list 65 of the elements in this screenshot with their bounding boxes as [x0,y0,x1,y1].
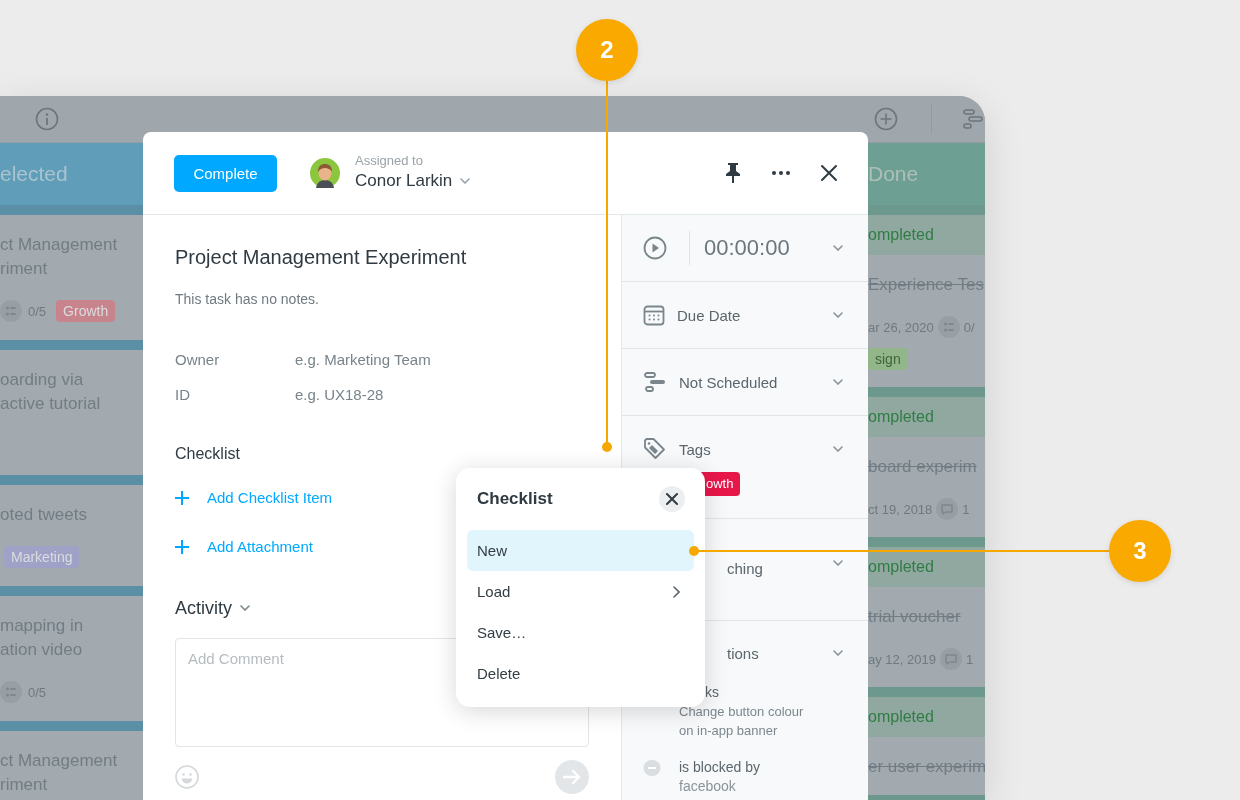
avatar[interactable] [310,158,340,188]
plus-icon [175,540,189,554]
menu-title: Checklist [477,489,553,509]
close-icon[interactable] [819,163,839,183]
status-label: ompleted [868,408,934,426]
tag: Growth [56,300,116,322]
section-heading: Checklist [175,444,241,464]
column-title: Done [868,162,919,186]
checklist-icon [0,681,22,703]
play-icon[interactable] [643,236,667,260]
plus-icon [175,491,189,505]
complete-button[interactable]: Complete [174,154,277,192]
section-heading: Activity [175,597,232,620]
relation-type: is blocked by [679,758,760,777]
relation-heading: ks [705,683,720,702]
section-label: Tags [679,440,711,458]
add-link[interactable]: Add Checklist Item [175,487,333,509]
chevron-down-icon [460,178,471,184]
close-button[interactable] [659,486,685,512]
assignee-label: Assigned to [355,153,424,169]
input-field[interactable]: e.g. Marketing Team [295,350,545,368]
chevron-down-icon[interactable] [240,605,250,611]
field-label: Owner [175,350,221,368]
status-label: ompleted [868,226,934,244]
checklist-icon [937,316,960,338]
callout-badge: 2 [576,19,638,81]
timeline-icon [643,371,667,393]
section-label: Due Date [677,306,741,324]
section-label: tions [727,644,759,662]
status-label: ompleted [868,708,934,726]
tag: sign [868,348,908,370]
calendar-icon [643,304,665,326]
menu-item[interactable]: New [467,530,694,571]
add-link[interactable]: Add Attachment [175,536,313,558]
tag: Marketing [4,546,80,568]
chevron-down-icon[interactable] [833,312,843,318]
section-label: ching [727,560,763,577]
related-task-link[interactable]: Change button colour on in-app banner [679,702,819,740]
menu-item[interactable]: Load [467,571,694,612]
task-notes: This task has no notes. [175,290,320,309]
related-task-link[interactable]: facebook [679,777,760,796]
add-icon[interactable] [874,107,898,131]
status-label: ompleted [868,558,934,576]
pin-icon[interactable] [723,162,743,184]
chevron-down-icon[interactable] [833,650,843,656]
timeline-icon[interactable] [961,107,985,131]
assignee-dropdown[interactable]: Conor Larkin [355,169,471,193]
section-label: Not Scheduled [679,373,778,391]
chevron-down-icon[interactable] [833,379,843,385]
tag-icon [643,437,667,461]
close-icon [666,493,678,505]
task-title: Project Management Experiment [175,245,468,270]
chevron-down-icon[interactable] [833,560,843,566]
field-label: ID [175,385,191,403]
chevron-down-icon[interactable] [833,245,843,251]
chevron-down-icon[interactable] [833,446,843,452]
info-icon[interactable] [35,107,59,131]
comment-icon [936,498,959,520]
column-title: elected [0,162,68,186]
checklist-icon [0,300,22,322]
arrow-right-icon [563,769,581,785]
timer-reading: 00:00:00 [704,235,790,261]
callout-badge: 3 [1109,520,1171,582]
comment-icon [939,648,962,670]
input-field[interactable]: e.g. UX18-28 [295,385,545,403]
